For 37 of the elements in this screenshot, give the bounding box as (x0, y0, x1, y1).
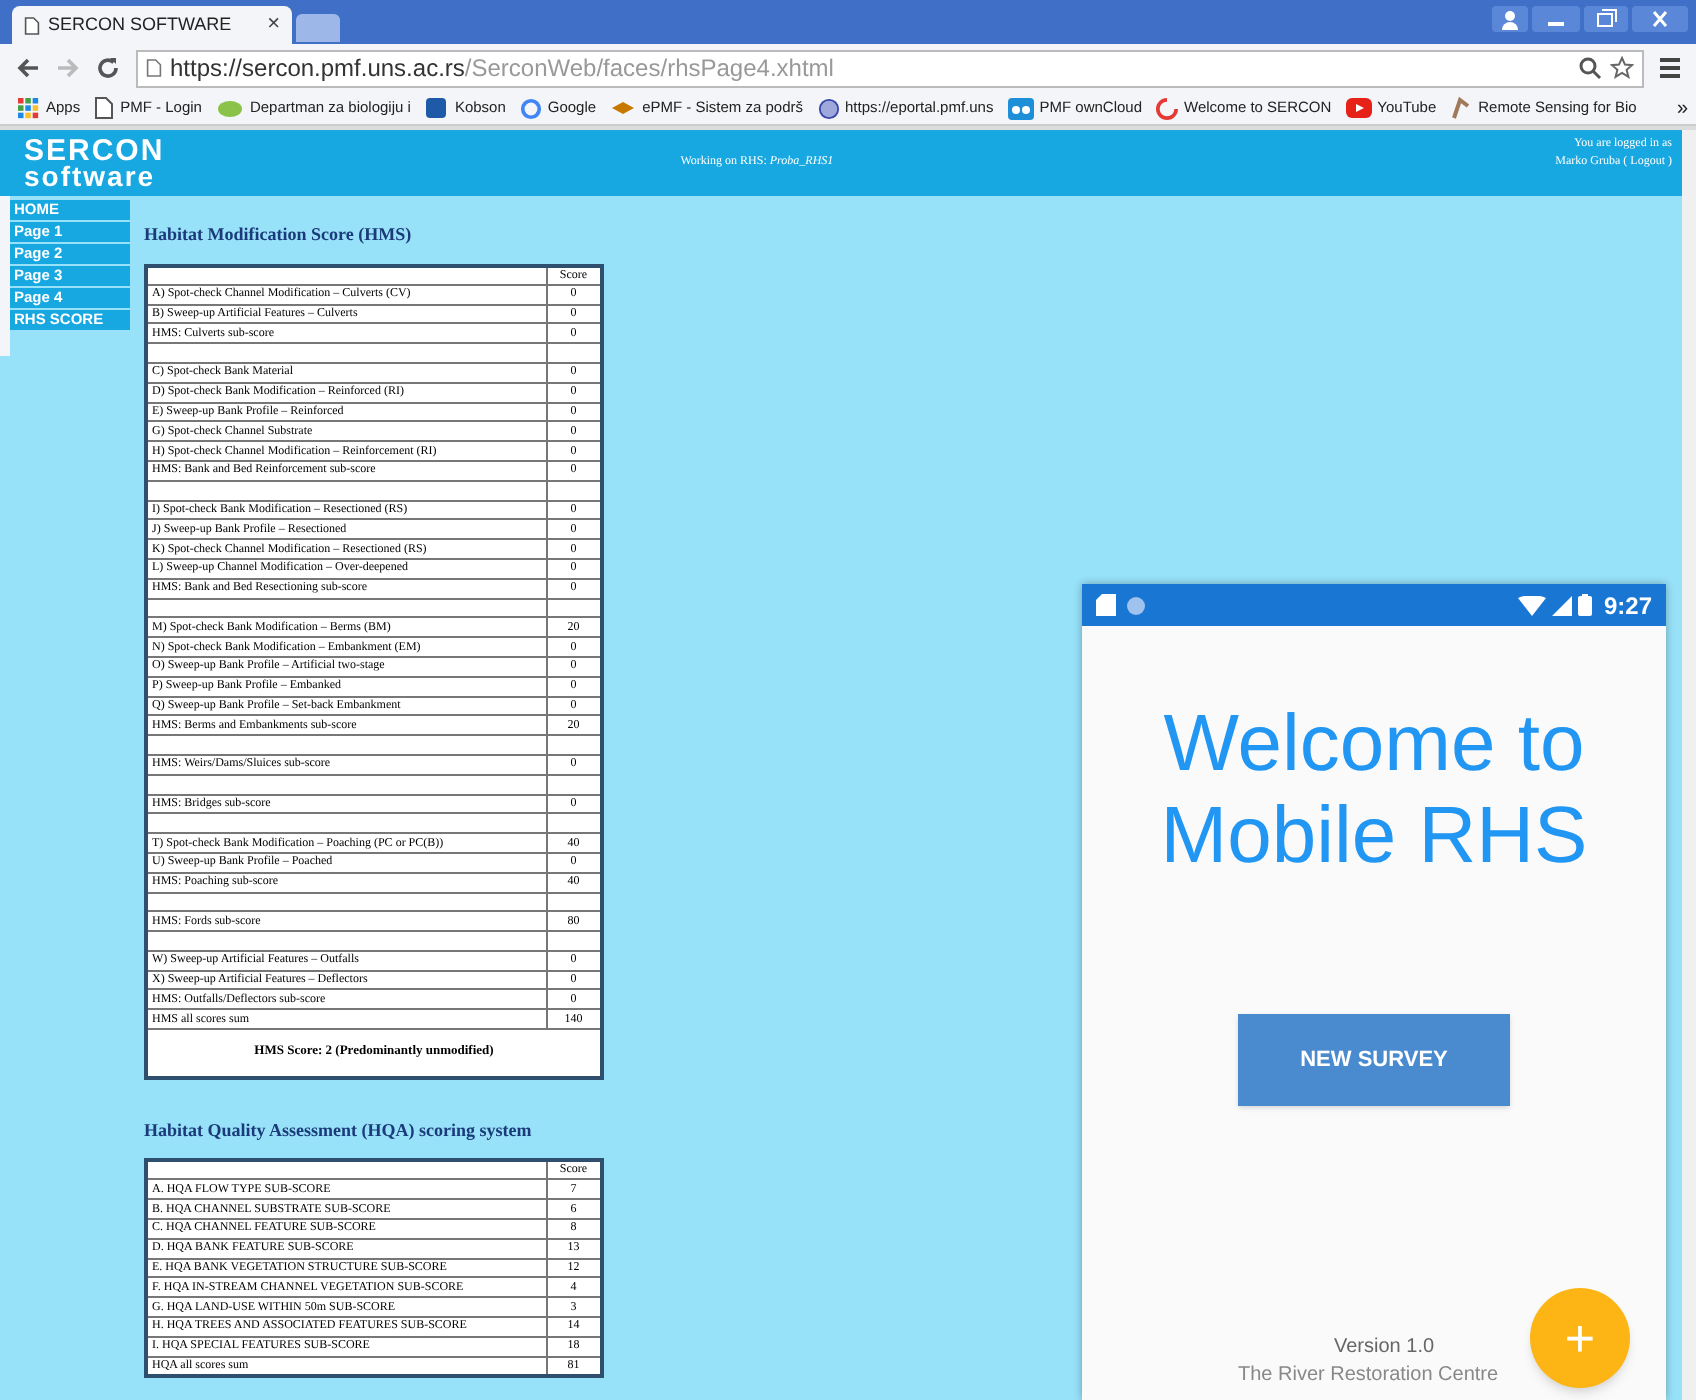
google-icon (519, 97, 542, 119)
back-arrow-icon[interactable] (16, 56, 40, 80)
sercon-logo: SERCON software (24, 137, 165, 189)
footer-text: The River Restoration Centre (1238, 1362, 1499, 1390)
zoom-icon[interactable] (1578, 56, 1602, 80)
scrollbar[interactable] (1682, 130, 1696, 1400)
section-title: Habitat Quality Assessment (HQA) scoring system (144, 1117, 534, 1144)
close-tab-button[interactable]: × (267, 8, 280, 42)
apps-grid-icon (18, 97, 40, 119)
section-title: Habitat Modification Score (HMS) (144, 222, 414, 248)
globe-icon (817, 97, 840, 119)
wifi-icon (1517, 595, 1546, 615)
welcome-heading: Welcome to Mobile RHS (1158, 698, 1590, 882)
menu-icon[interactable] (1660, 56, 1680, 80)
circle-icon (1126, 595, 1146, 615)
reload-icon[interactable] (96, 56, 120, 80)
bookmarks-overflow[interactable]: » (1676, 93, 1688, 123)
minimize-icon[interactable] (1532, 6, 1580, 32)
new-survey-button[interactable]: NEW SURVEY (1238, 1014, 1510, 1106)
battery-icon (1577, 594, 1592, 616)
page-icon (24, 15, 40, 35)
book-icon (424, 96, 449, 120)
play-icon (1345, 98, 1372, 118)
page-icon (146, 58, 162, 78)
restore-icon[interactable] (1584, 6, 1628, 32)
user-icon[interactable] (1492, 6, 1528, 32)
spinner-icon (1156, 97, 1179, 119)
cloud-icon (1007, 97, 1034, 119)
version-text: Version 1.0 (1334, 1334, 1435, 1362)
signal-icon (1551, 595, 1572, 615)
close-icon[interactable] (1632, 6, 1688, 32)
status-time: 9:27 (1603, 589, 1652, 623)
sd-card-icon (1096, 594, 1116, 616)
star-icon[interactable] (1610, 56, 1634, 80)
address-field[interactable]: https://sercon.pmf.uns.ac.rs/SerconWeb/faces/rhsPage4.xhtml (136, 49, 1644, 87)
browser-tab[interactable]: SERCON SOFTWARE × (12, 6, 292, 44)
tab-title: SERCON SOFTWARE (48, 11, 234, 38)
